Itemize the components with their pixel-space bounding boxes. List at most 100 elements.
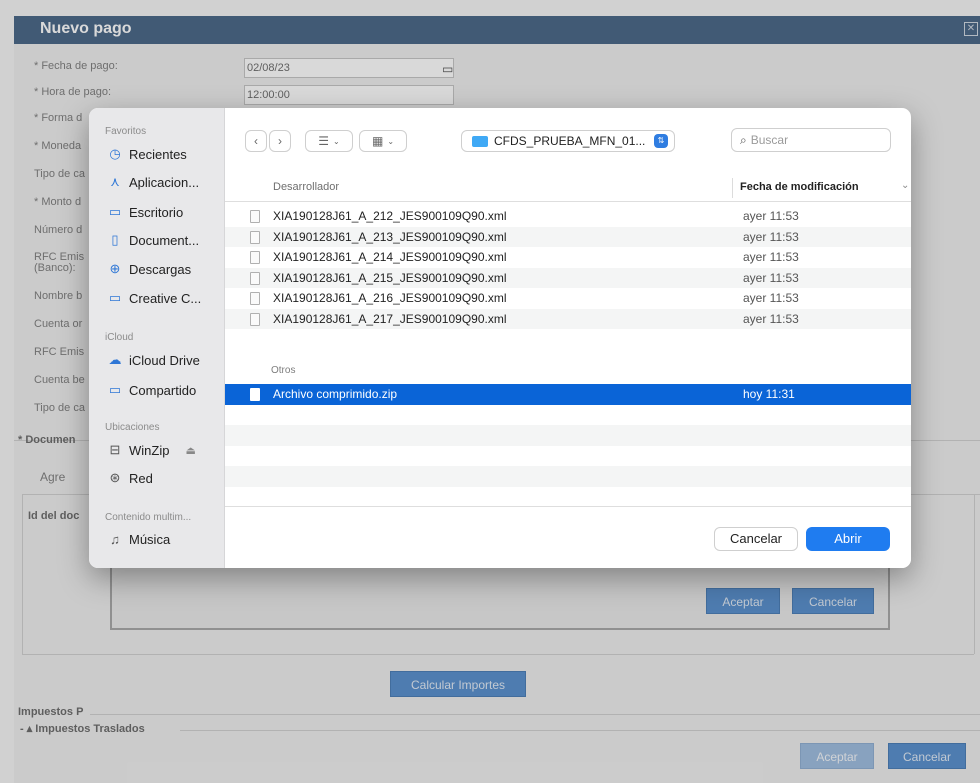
group-header-otros: Otros [271, 365, 296, 376]
search-placeholder: Buscar [750, 133, 789, 147]
column-name-header[interactable]: Desarrollador [273, 181, 339, 193]
chevron-down-icon: ⌄ [333, 136, 340, 146]
sidebar-item-label: WinZip [129, 442, 170, 458]
location-label: CFDS_PRUEBA_MFN_01... [494, 134, 646, 148]
file-row[interactable]: XIA190128J61_A_212_JES900109Q90.xml ayer … [225, 206, 911, 227]
sidebar-item-compartido[interactable]: ▭ Compartido [107, 382, 196, 398]
search-icon: ⌕ [740, 132, 747, 147]
empty-row [225, 487, 911, 508]
file-row[interactable]: XIA190128J61_A_214_JES900109Q90.xml ayer … [225, 247, 911, 268]
sidebar-item-label: Compartido [129, 382, 197, 398]
file-date: hoy 11:31 [743, 387, 795, 401]
chevron-down-icon: ⌄ [387, 136, 395, 146]
sidebar-item-label: Escritorio [129, 204, 184, 220]
sidebar-section-favoritos: Favoritos [105, 126, 147, 137]
sidebar-item-creative-cloud[interactable]: ▭ Creative C... [107, 290, 201, 306]
file-name: XIA190128J61_A_212_JES900109Q90.xml [273, 209, 507, 223]
sidebar-item-label: Descargas [129, 261, 192, 277]
file-name: XIA190128J61_A_216_JES900109Q90.xml [273, 291, 507, 305]
file-row[interactable]: XIA190128J61_A_215_JES900109Q90.xml ayer … [225, 267, 911, 288]
file-date: ayer 11:53 [743, 270, 799, 285]
sidebar-item-recientes[interactable]: ◷ Recientes [107, 146, 187, 162]
sidebar-item-label: Música [129, 532, 171, 547]
folder-icon: ▭ [108, 290, 122, 305]
network-icon: ⊛ [109, 470, 121, 485]
desktop-icon: ▭ [108, 204, 122, 219]
dialog-sidebar: Favoritos ◷ Recientes ⋏ Aplicacion... ▭ Esc… [89, 108, 225, 568]
open-button[interactable]: Abrir [806, 527, 890, 551]
sidebar-item-label: Recientes [129, 146, 187, 162]
list-icon: ☰ [318, 134, 330, 148]
drive-icon: ⊟ [109, 442, 121, 457]
column-separator [732, 178, 733, 198]
sidebar-item-icloud-drive[interactable]: ☁ iCloud Drive [107, 352, 200, 368]
sidebar-item-musica[interactable]: ♫ Música [107, 532, 170, 547]
file-date: ayer 11:53 [743, 291, 799, 305]
sidebar-item-label: Aplicacion... [129, 174, 200, 190]
sidebar-item-documentos[interactable]: ▯ Document... [107, 232, 199, 248]
sidebar-item-aplicaciones[interactable]: ⋏ Aplicacion... [107, 174, 199, 190]
sidebar-item-label: Red [129, 470, 153, 486]
sidebar-item-descargas[interactable]: ⊕ Descargas [107, 261, 192, 277]
cancel-button[interactable]: Cancelar [714, 527, 798, 551]
chevron-right-icon: › [278, 134, 282, 148]
column-header: Desarrollador Fecha de modificación ⌄ [225, 174, 911, 202]
file-date: ayer 11:53 [743, 250, 799, 264]
list-view-button[interactable]: ☰ ⌄ [305, 130, 353, 152]
search-field[interactable]: ⌕ Buscar [731, 128, 891, 152]
sidebar-item-winzip[interactable]: ⊟ WinZip ⏏ [107, 442, 196, 458]
location-popup[interactable]: CFDS_PRUEBA_MFN_01... ⇅ [461, 130, 675, 152]
xml-file-icon [250, 312, 260, 326]
file-date: ayer 11:53 [743, 311, 799, 326]
cloud-icon: ☁ [108, 352, 122, 367]
empty-row [225, 405, 911, 426]
clock-icon: ◷ [109, 146, 121, 161]
file-row[interactable]: XIA190128J61_A_217_JES900109Q90.xml ayer … [225, 308, 911, 329]
sidebar-section-icloud: iCloud [105, 332, 134, 343]
sidebar-item-escritorio[interactable]: ▭ Escritorio [107, 204, 183, 220]
document-icon: ▯ [111, 232, 119, 247]
grid-icon: ▦ [371, 134, 384, 148]
file-row[interactable]: XIA190128J61_A_213_JES900109Q90.xml ayer … [225, 226, 911, 247]
file-name: XIA190128J61_A_217_JES900109Q90.xml [273, 311, 507, 326]
dialog-main: ‹ › ☰ ⌄ ▦ ⌄ CFDS_PRUEBA_MFN_01... ⇅ ⌕ Busc… [225, 108, 911, 568]
back-button[interactable]: ‹ [245, 130, 267, 152]
file-date: ayer 11:53 [743, 229, 799, 244]
empty-row [225, 446, 911, 467]
zip-file-icon [250, 388, 260, 401]
grid-view-button[interactable]: ▦ ⌄ [359, 130, 407, 152]
sidebar-section-multimedia: Contenido multim... [105, 512, 192, 523]
file-row[interactable]: XIA190128J61_A_216_JES900109Q90.xml ayer … [225, 288, 911, 309]
sidebar-item-label: iCloud Drive [129, 352, 200, 368]
music-icon: ♫ [110, 532, 120, 547]
xml-file-icon [250, 210, 260, 223]
xml-file-icon [250, 292, 260, 305]
updown-icon: ⇅ [654, 134, 668, 148]
shared-folder-icon: ▭ [108, 382, 122, 397]
xml-file-icon [250, 230, 260, 244]
sidebar-section-ubicaciones: Ubicaciones [105, 422, 160, 433]
xml-file-icon [250, 271, 260, 285]
empty-row [225, 425, 911, 446]
folder-icon [472, 135, 488, 147]
forward-button[interactable]: › [269, 130, 291, 152]
download-icon: ⊕ [109, 261, 121, 276]
file-name: XIA190128J61_A_214_JES900109Q90.xml [273, 250, 507, 264]
dialog-footer: Cancelar Abrir [225, 506, 911, 568]
xml-file-icon [250, 251, 260, 264]
file-name: XIA190128J61_A_215_JES900109Q90.xml [273, 270, 507, 285]
sidebar-item-label: Creative C... [129, 290, 202, 306]
file-name: XIA190128J61_A_213_JES900109Q90.xml [273, 229, 507, 244]
file-name: Archivo comprimido.zip [273, 387, 398, 401]
chevron-down-icon: ⌄ [901, 180, 910, 191]
column-date-header[interactable]: Fecha de modificación [740, 181, 859, 193]
sidebar-item-label: Document... [129, 232, 200, 248]
eject-icon[interactable]: ⏏ [185, 444, 195, 457]
chevron-left-icon: ‹ [254, 134, 258, 148]
empty-row [225, 466, 911, 487]
file-date: ayer 11:53 [743, 209, 799, 223]
sidebar-item-red[interactable]: ⊛ Red [107, 470, 153, 486]
file-row-selected[interactable]: Archivo comprimido.zip hoy 11:31 [225, 384, 911, 405]
file-open-dialog: Favoritos ◷ Recientes ⋏ Aplicacion... ▭ Esc… [89, 108, 911, 568]
apps-icon: ⋏ [110, 174, 120, 189]
